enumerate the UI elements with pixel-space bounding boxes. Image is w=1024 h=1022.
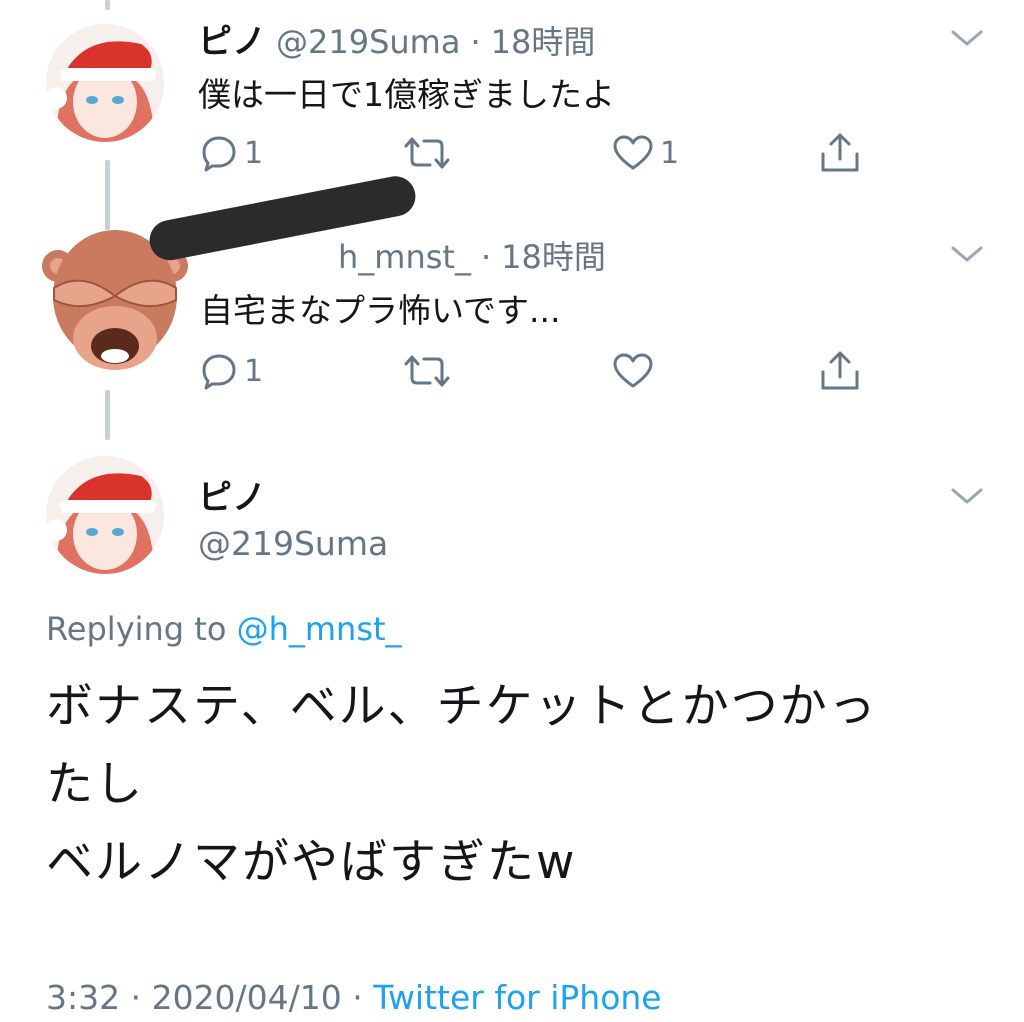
handle[interactable]: @219Suma [276,23,460,61]
timestamp[interactable]: 18時間 [491,17,596,63]
like-button[interactable]: 1 [612,134,679,172]
timestamp[interactable]: 18時間 [501,232,606,278]
chevron-down-icon[interactable] [950,486,984,506]
reply-count: 1 [244,135,264,171]
avatar[interactable] [46,24,164,142]
thread-line-1 [105,160,110,230]
retweet-button[interactable] [402,352,452,390]
replying-to: Replying to @h_mnst_ [46,610,402,648]
reply-button[interactable]: 1 [200,352,263,390]
share-button[interactable] [818,350,862,392]
reply-icon [202,136,236,172]
santa-girl-avatar-icon [46,456,164,574]
like-button[interactable] [612,352,660,390]
retweet-icon [404,137,450,169]
text-line: ボナステ、ベル、チケットとかつかっ [46,679,878,734]
avatar[interactable] [46,456,164,574]
replying-prefix: Replying to [46,610,227,648]
text-line: たし [46,757,144,812]
chevron-down-icon[interactable] [950,28,984,48]
handle[interactable]: h_mnst_ [338,238,471,276]
thread-line-top [105,0,110,10]
reply-button[interactable]: 1 [200,134,263,172]
main-tweet-text: ボナステ、ベル、チケットとかつかっ たし ベルノマがやばすぎたw [46,668,878,902]
timestamp: 3:32 · 2020/04/10 · [46,978,374,1017]
heart-icon [613,135,653,170]
chevron-down-icon[interactable] [950,244,984,264]
tweet-text: 僕は一日で1億稼ぎましたよ [198,75,615,114]
thread-line-2 [105,390,110,440]
handle[interactable]: @219Suma [198,524,388,563]
like-count: 1 [660,135,680,171]
retweet-button[interactable] [402,134,452,172]
reply-icon [202,354,236,390]
display-name[interactable]: ピノ [198,470,266,519]
share-button[interactable] [818,132,862,174]
separator: · [470,23,481,61]
separator: · [480,238,492,276]
tweet-text: 自宅まなプラ怖いです... [200,291,561,330]
share-icon [821,351,859,390]
tweet-meta: 3:32 · 2020/04/10 · Twitter for iPhone [46,978,662,1017]
source-link[interactable]: Twitter for iPhone [373,978,661,1017]
display-name[interactable]: ピノ [198,14,266,63]
replying-handle-link[interactable]: @h_mnst_ [237,610,402,648]
retweet-icon [404,355,450,387]
santa-girl-avatar-icon [46,24,164,142]
text-line: ベルノマがやばすぎたw [46,835,577,890]
share-icon [821,133,859,172]
heart-icon [613,353,653,388]
reply-count: 1 [244,353,264,389]
